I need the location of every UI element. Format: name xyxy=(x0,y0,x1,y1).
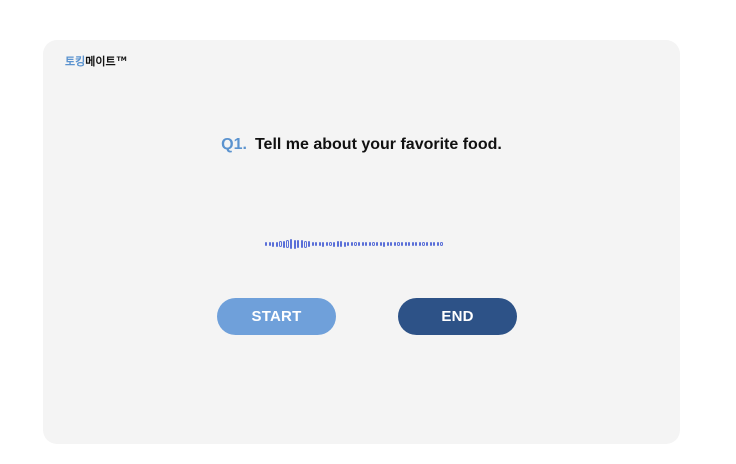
waveform-bar xyxy=(368,242,371,246)
waveform-bar xyxy=(329,242,332,246)
waveform-bar xyxy=(332,241,336,247)
waveform-bar xyxy=(293,239,296,249)
waveform-bar xyxy=(361,242,364,246)
start-button[interactable]: START xyxy=(217,298,336,335)
waveform-bar xyxy=(408,242,411,246)
waveform-bar xyxy=(297,240,300,248)
waveform-bar xyxy=(282,240,286,248)
brand-logo: 토킹메이트TM xyxy=(65,53,127,69)
trademark-mark: TM xyxy=(116,56,127,63)
waveform-bar xyxy=(347,242,350,246)
waveform-bar xyxy=(365,242,368,246)
waveform-bar xyxy=(315,242,318,246)
waveform-bar xyxy=(386,242,389,246)
waveform-bar xyxy=(379,242,382,246)
waveform-bar xyxy=(322,241,325,247)
waveform-bar xyxy=(265,242,268,246)
brand-logo-accent: 토킹 xyxy=(65,55,86,68)
waveform-bar xyxy=(325,242,329,246)
waveform-bar xyxy=(436,242,439,246)
waveform-bar xyxy=(286,240,289,248)
waveform-bar xyxy=(404,242,407,246)
waveform-bar xyxy=(433,242,436,246)
waveform-bar xyxy=(350,242,354,246)
waveform-bar xyxy=(304,240,307,248)
page: 토킹메이트TM Q1. Tell me about your favorite f… xyxy=(0,0,736,464)
waveform-bar xyxy=(307,241,311,247)
waveform-bar xyxy=(397,242,400,246)
waveform-bar xyxy=(383,241,386,247)
waveform-bar xyxy=(390,242,393,246)
waveform-bar xyxy=(290,239,293,249)
waveform-bar xyxy=(318,242,321,246)
waveform-bar xyxy=(343,241,346,247)
waveform-bar xyxy=(372,242,375,246)
waveform-bar xyxy=(429,242,432,246)
waveform-bar xyxy=(300,240,303,248)
question-text: Tell me about your favorite food. xyxy=(254,136,502,153)
waveform-bar xyxy=(393,242,396,246)
waveform-bar xyxy=(358,242,361,246)
waveform-bar xyxy=(411,242,414,246)
brand-logo-main: 메이트 xyxy=(85,55,116,68)
question-prompt: Q1. Tell me about your favorite food. xyxy=(43,136,680,154)
audio-waveform xyxy=(265,234,455,254)
waveform-bar xyxy=(400,242,404,246)
interview-card: 토킹메이트TM Q1. Tell me about your favorite f… xyxy=(43,40,680,444)
waveform-bar xyxy=(440,242,443,246)
end-button[interactable]: END xyxy=(398,298,517,335)
waveform-bar xyxy=(340,241,343,247)
waveform-bar xyxy=(272,241,275,247)
waveform-bar xyxy=(311,242,314,246)
waveform-bar xyxy=(375,242,379,246)
waveform-bar xyxy=(354,242,357,246)
waveform-bar xyxy=(422,242,425,246)
waveform-bar xyxy=(336,241,339,247)
waveform-bar xyxy=(415,242,418,246)
question-number: Q1. xyxy=(221,136,247,153)
waveform-bar xyxy=(279,241,282,247)
waveform-bar xyxy=(426,242,429,246)
waveform-bar xyxy=(275,241,278,247)
waveform-bar xyxy=(268,242,271,246)
waveform-bar xyxy=(418,242,422,246)
